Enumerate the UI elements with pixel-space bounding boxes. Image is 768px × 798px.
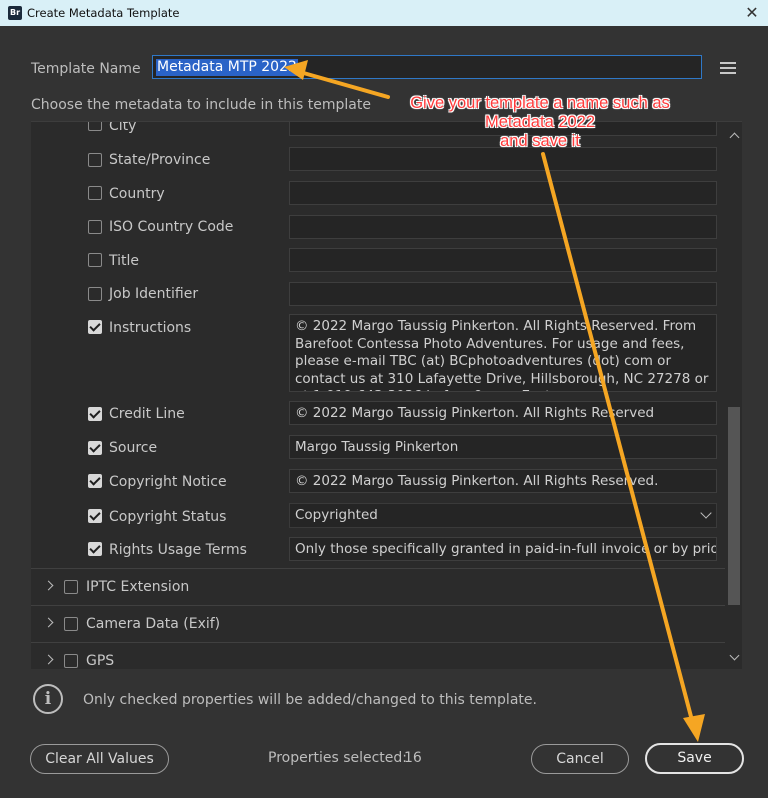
- template-name-value[interactable]: Metadata MTP 2022: [156, 59, 298, 76]
- bridge-app-icon: Br: [8, 6, 22, 20]
- arrowhead-save: [683, 714, 705, 742]
- annotation-line-3: and save it: [500, 132, 580, 150]
- title-bar: Br Create Metadata Template ✕: [0, 0, 768, 26]
- annotation-line-2: Metadata 2022: [484, 113, 596, 131]
- dropdown-value: Copyrighted: [295, 507, 378, 523]
- row-label: Country: [109, 186, 165, 202]
- row-label: Rights Usage Terms: [109, 542, 247, 558]
- section-label: Camera Data (Exif): [86, 616, 221, 632]
- row-label: Copyright Notice: [109, 474, 227, 490]
- checkbox-city[interactable]: [88, 122, 102, 131]
- field-instructions[interactable]: © 2022 Margo Taussig Pinkerton. All Righ…: [289, 314, 717, 392]
- checkbox-iptc-extension[interactable]: [64, 580, 78, 594]
- row-label: Source: [109, 440, 158, 456]
- field-credit-line[interactable]: © 2022 Margo Taussig Pinkerton. All Righ…: [289, 401, 717, 425]
- cancel-button[interactable]: Cancel: [531, 744, 629, 774]
- checkbox-camera-data[interactable]: [64, 617, 78, 631]
- window-title: Create Metadata Template: [27, 6, 180, 20]
- chevron-right-icon[interactable]: [43, 654, 54, 665]
- clear-all-values-button[interactable]: Clear All Values: [30, 744, 169, 774]
- row-label: Instructions: [109, 320, 192, 336]
- close-icon[interactable]: ✕: [742, 3, 762, 23]
- checkbox-source[interactable]: [88, 441, 102, 455]
- row-label: ISO Country Code: [109, 219, 234, 235]
- field-country[interactable]: [289, 181, 717, 205]
- field-title[interactable]: [289, 248, 717, 272]
- checkbox-title[interactable]: [88, 253, 102, 267]
- info-icon: i: [33, 684, 63, 714]
- save-button[interactable]: Save: [645, 743, 744, 774]
- checkbox-rights-usage-terms[interactable]: [88, 542, 102, 556]
- field-source[interactable]: Margo Taussig Pinkerton: [289, 435, 717, 459]
- template-name-label: Template Name: [31, 61, 141, 77]
- checkbox-instructions[interactable]: [88, 320, 102, 334]
- scroll-up-icon[interactable]: [729, 132, 740, 143]
- info-text: Only checked properties will be added/ch…: [83, 692, 537, 708]
- field-job-identifier[interactable]: [289, 282, 717, 306]
- row-label: State/Province: [109, 152, 211, 168]
- section-label: GPS: [86, 653, 115, 669]
- row-label: Title: [109, 253, 140, 269]
- section-camera-data[interactable]: Camera Data (Exif): [31, 605, 725, 642]
- section-label: IPTC Extension: [86, 579, 190, 595]
- row-label: Credit Line: [109, 406, 185, 422]
- scrollbar[interactable]: [726, 122, 742, 669]
- checkbox-state-province[interactable]: [88, 153, 102, 167]
- row-label: Job Identifier: [109, 286, 199, 302]
- annotation-line-1: Give your template a name such as: [410, 94, 670, 112]
- checkbox-country[interactable]: [88, 186, 102, 200]
- metadata-list-panel[interactable]: City State/Province Country ISO Country …: [31, 121, 742, 669]
- row-label: Copyright Status: [109, 509, 227, 525]
- section-gps[interactable]: GPS: [31, 642, 725, 669]
- row-label: City: [109, 121, 137, 134]
- copyright-status-dropdown[interactable]: Copyrighted: [289, 503, 717, 528]
- checkbox-iso-country-code[interactable]: [88, 220, 102, 234]
- checkbox-job-identifier[interactable]: [88, 287, 102, 301]
- section-iptc-extension[interactable]: IPTC Extension: [31, 568, 725, 605]
- chevron-right-icon[interactable]: [43, 617, 54, 628]
- template-name-input[interactable]: Metadata MTP 2022: [152, 55, 702, 79]
- field-iso-country-code[interactable]: [289, 215, 717, 239]
- scroll-down-icon[interactable]: [729, 650, 740, 661]
- chevron-right-icon[interactable]: [43, 580, 54, 591]
- checkbox-copyright-status[interactable]: [88, 509, 102, 523]
- checkbox-gps[interactable]: [64, 654, 78, 668]
- checkbox-credit-line[interactable]: [88, 407, 102, 421]
- choose-metadata-label: Choose the metadata to include in this t…: [31, 97, 371, 113]
- field-copyright-notice[interactable]: © 2022 Margo Taussig Pinkerton. All Righ…: [289, 469, 717, 493]
- scrollbar-thumb[interactable]: [728, 407, 740, 605]
- properties-selected-count: 16: [404, 750, 422, 766]
- tutorial-annotation: Give your template a name such as Metada…: [370, 94, 710, 151]
- field-rights-usage-terms[interactable]: Only those specifically granted in paid-…: [289, 537, 717, 561]
- chevron-down-icon: [700, 507, 712, 519]
- properties-selected-label: Properties selected:: [268, 750, 408, 766]
- checkbox-copyright-notice[interactable]: [88, 474, 102, 488]
- hamburger-menu-icon[interactable]: [720, 62, 736, 74]
